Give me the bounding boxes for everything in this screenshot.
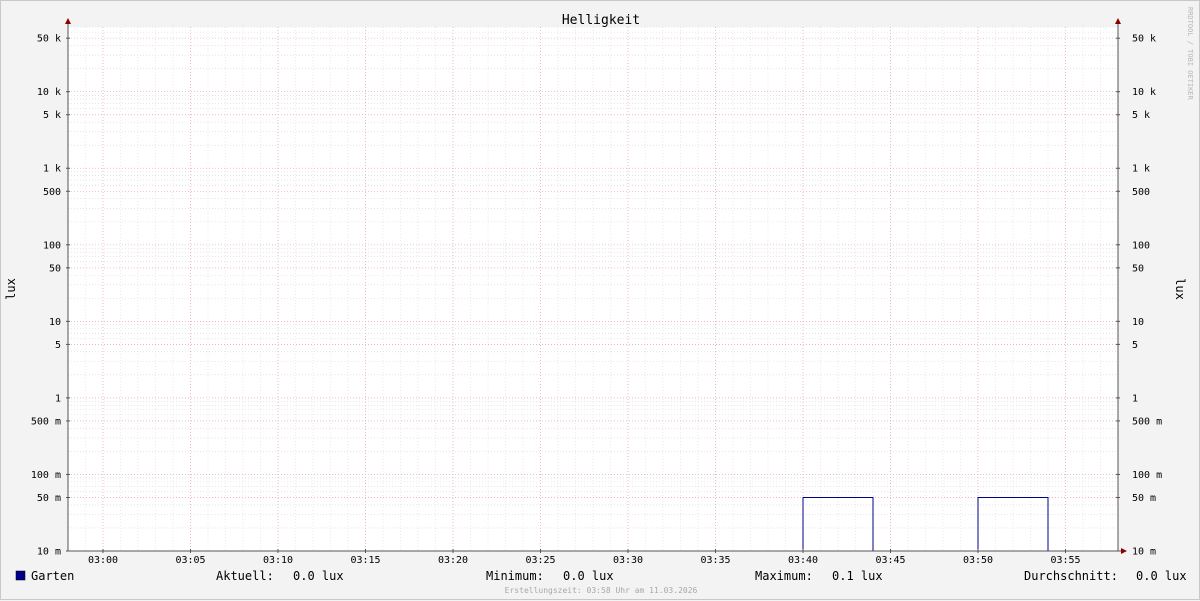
legend-average-label: Durchschnitt:: [1024, 569, 1118, 583]
x-axis-tick-labels: 03:00 03:05 03:10 03:15 03:20 03:25 03:30 03:35…: [88, 555, 1081, 566]
y-axis-left-arrow: [65, 18, 71, 24]
y-tick-label-right: 50 k: [1132, 34, 1156, 45]
y-tick-label-left: 1 k: [43, 164, 61, 175]
y-tick-label-left: 10: [49, 317, 61, 328]
y-tick-label-right: 5: [1132, 340, 1138, 351]
y-tick-label-left: 5 k: [43, 110, 61, 121]
y-tick-label-left: 100: [43, 240, 61, 251]
y-tick-label-left: 10 m: [37, 547, 61, 558]
y-tick-label-right: 100: [1132, 240, 1150, 251]
y-tick-label-right: 500 m: [1132, 416, 1162, 427]
legend-minimum-label: Minimum:: [486, 569, 544, 583]
x-tick-label: 03:55: [1050, 555, 1080, 566]
x-tick-label: 03:05: [175, 555, 205, 566]
y-tick-label-right: 5 k: [1132, 110, 1150, 121]
x-axis-arrow: [1121, 548, 1127, 554]
legend-current-label: Aktuell:: [216, 569, 274, 583]
legend-maximum-value: 0.1 lux: [832, 569, 883, 583]
y-tick-label-right: 500: [1132, 187, 1150, 198]
y-axis-right-tick-labels: 50 k 10 k 5 k 1 k 500 100 50 10 5 1 500 m 100 m 50 m…: [1132, 34, 1162, 558]
x-tick-label: 03:00: [88, 555, 118, 566]
y-tick-label-left: 500 m: [31, 416, 61, 427]
legend-maximum-label: Maximum:: [755, 569, 813, 583]
y-tick-label-right: 100 m: [1132, 470, 1162, 481]
chart-svg: 50 k 10 k 5 k 1 k 500 100 50 10 5 1 500 m 100 m 50 m…: [4, 7, 1194, 595]
y-axis-right-arrow: [1115, 18, 1121, 24]
y-tick-label-right: 50 m: [1132, 493, 1156, 504]
y-tick-label-right: 1: [1132, 393, 1138, 404]
y-tick-label-right: 10: [1132, 317, 1144, 328]
y-axis-label-left: lux: [4, 278, 18, 300]
x-tick-label: 03:50: [963, 555, 993, 566]
y-tick-label-right: 50: [1132, 263, 1144, 274]
y-tick-label-left: 10 k: [37, 87, 61, 98]
legend-minimum-value: 0.0 lux: [563, 569, 614, 583]
y-axis-left-tick-labels: 50 k 10 k 5 k 1 k 500 100 50 10 5 1 500 m 100 m 50 m…: [31, 34, 61, 558]
y-tick-label-right: 10 m: [1132, 547, 1156, 558]
y-tick-label-right: 10 k: [1132, 87, 1156, 98]
y-tick-label-left: 100 m: [31, 470, 61, 481]
legend-series-name: Garten: [31, 569, 74, 583]
y-axis-label-right: lux: [1173, 278, 1187, 300]
y-tick-label-left: 1: [55, 393, 61, 404]
y-tick-label-left: 50: [49, 263, 61, 274]
creation-timestamp: Erstellungszeit: 03:58 Uhr am 11.03.2026: [505, 586, 698, 595]
chart-title: Helligkeit: [562, 13, 640, 28]
chart-frame: 50 k 10 k 5 k 1 k 500 100 50 10 5 1 500 m 100 m 50 m…: [0, 0, 1200, 600]
x-tick-label: 03:15: [350, 555, 380, 566]
legend-average-value: 0.0 lux: [1136, 569, 1187, 583]
watermark: RRDTOOL / TOBI OETIKER: [1186, 7, 1194, 101]
x-tick-label: 03:10: [263, 555, 293, 566]
x-tick-label: 03:20: [438, 555, 468, 566]
x-tick-label: 03:25: [525, 555, 555, 566]
y-tick-label-right: 1 k: [1132, 164, 1150, 175]
y-tick-label-left: 50 k: [37, 34, 61, 45]
legend-swatch-garten: [15, 570, 26, 581]
x-tick-label: 03:40: [788, 555, 818, 566]
legend-current-value: 0.0 lux: [293, 569, 344, 583]
y-tick-label-left: 50 m: [37, 493, 61, 504]
x-tick-label: 03:45: [875, 555, 905, 566]
x-tick-label: 03:35: [700, 555, 730, 566]
y-tick-label-left: 500: [43, 187, 61, 198]
y-tick-label-left: 5: [55, 340, 61, 351]
x-tick-label: 03:30: [613, 555, 643, 566]
